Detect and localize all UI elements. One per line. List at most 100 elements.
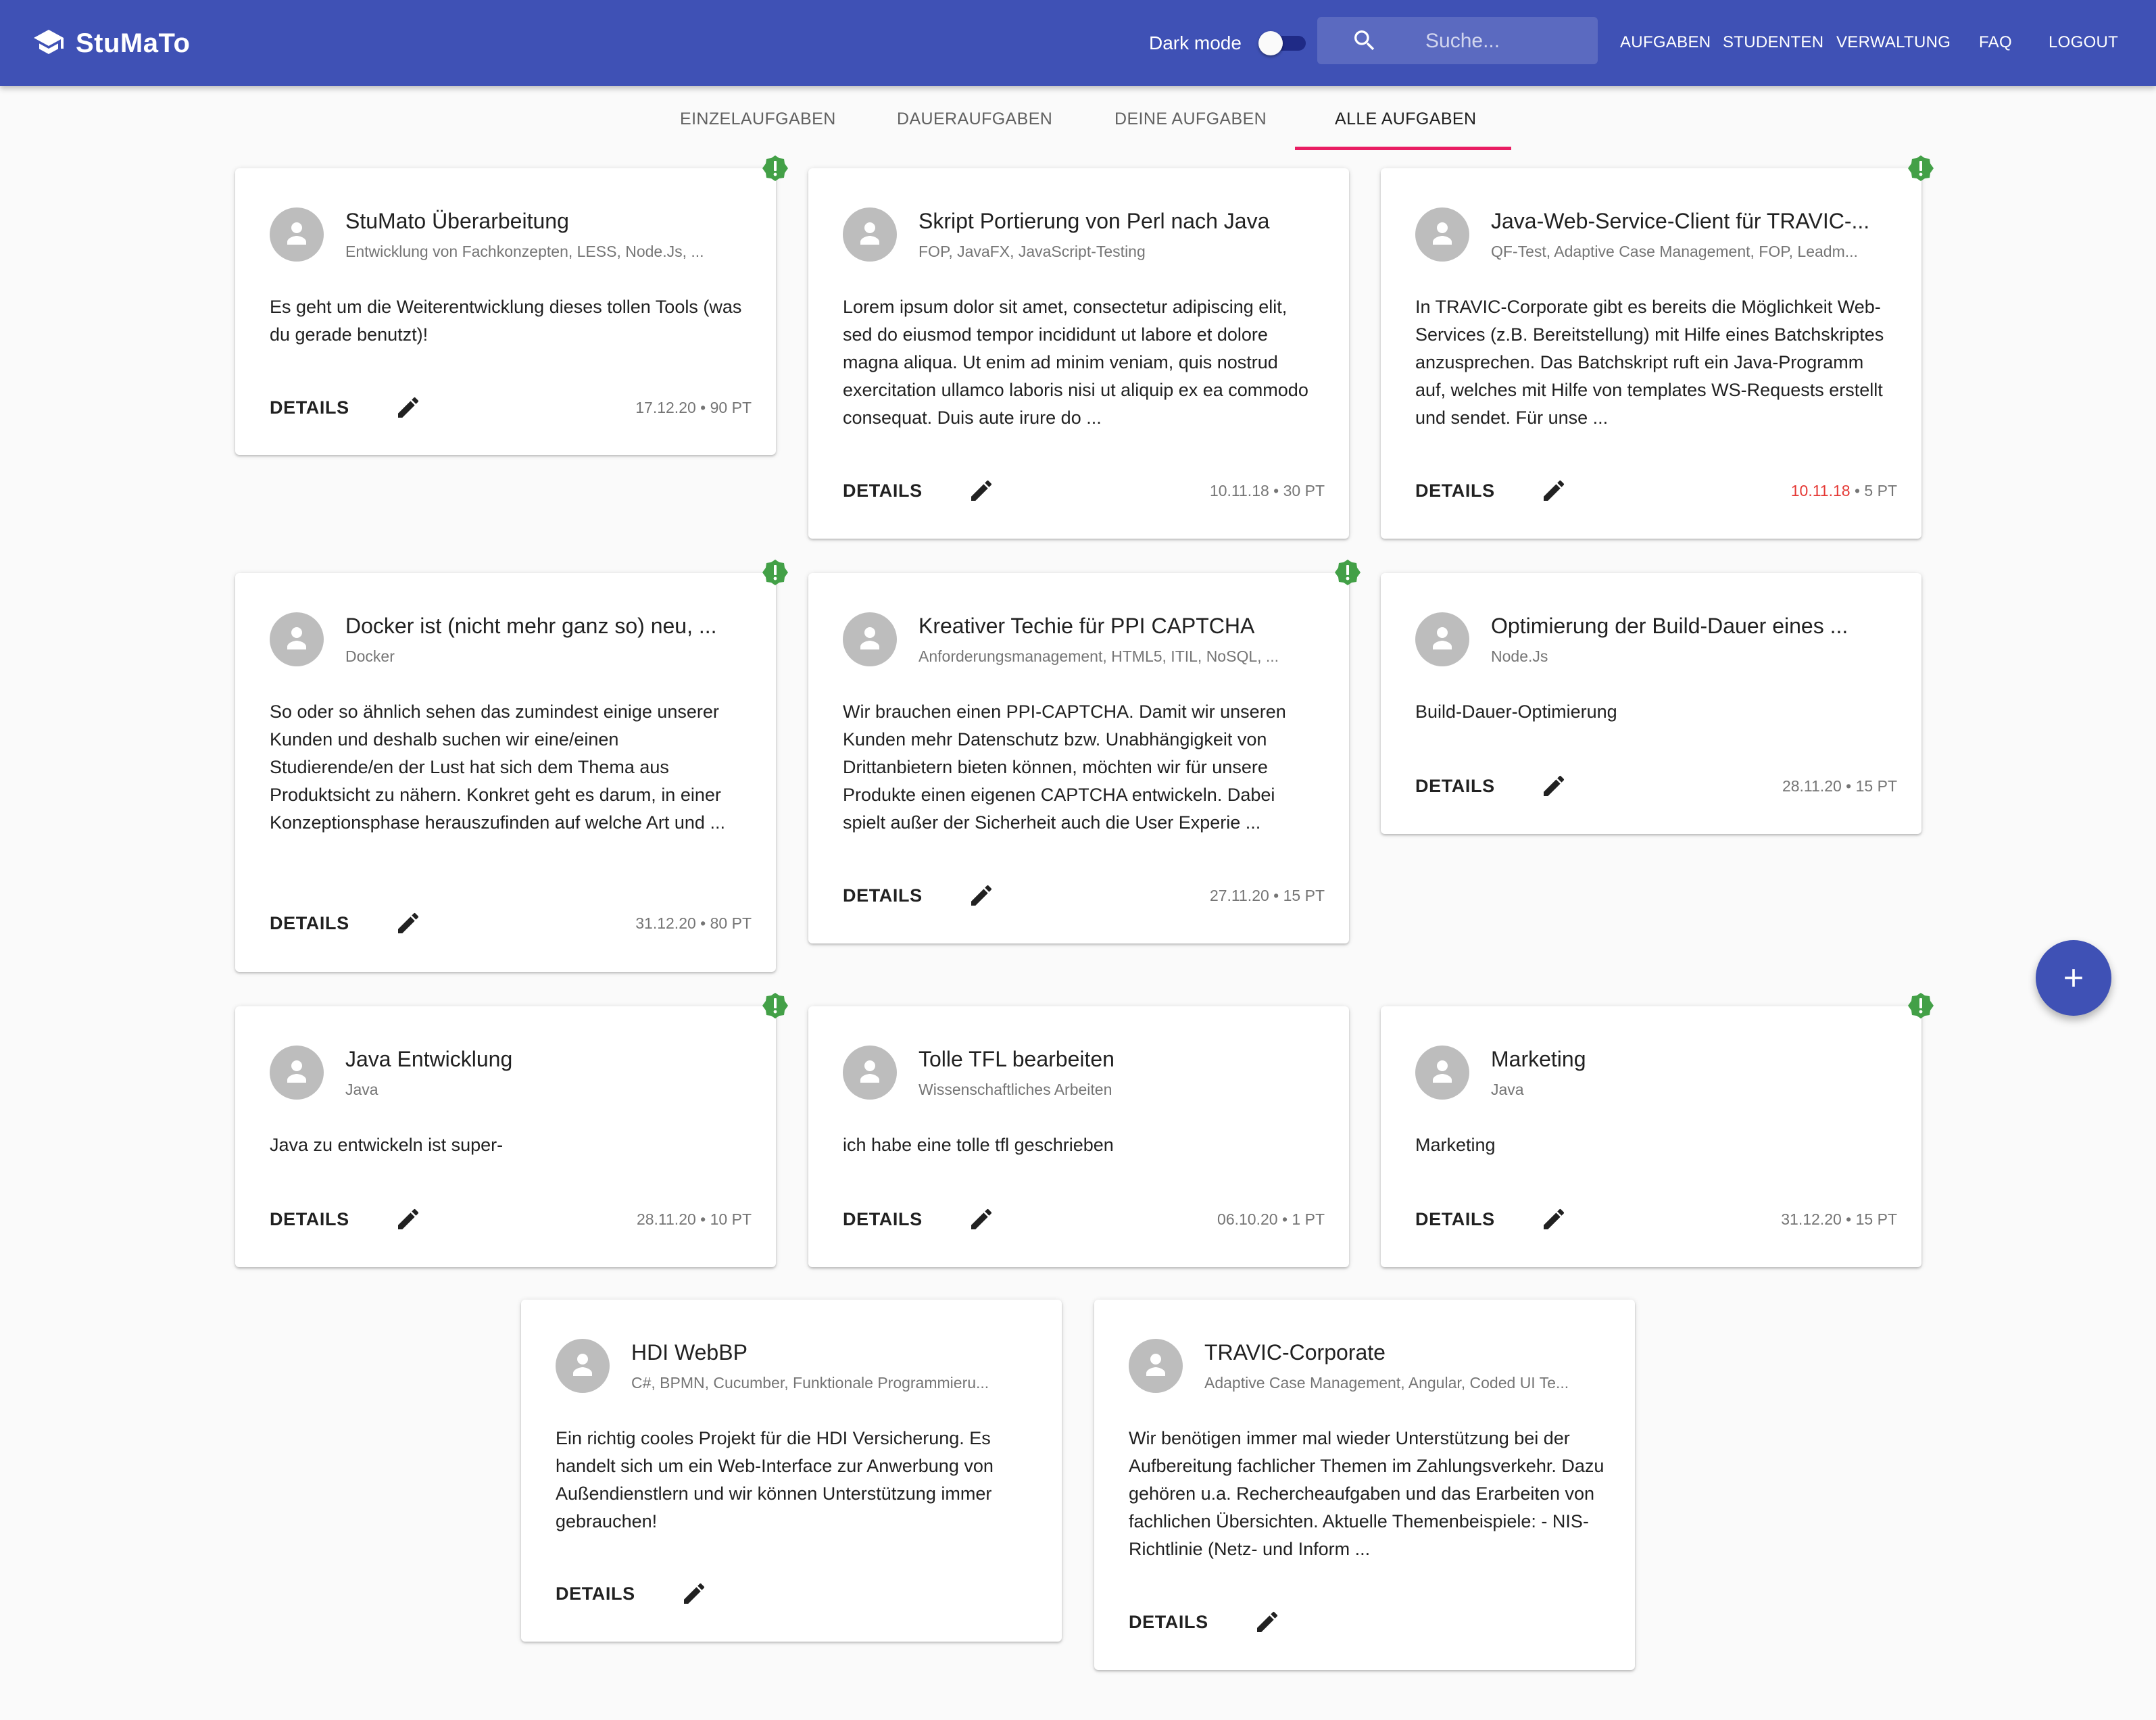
card-meta: 10.11.18 • 5 PT: [1790, 482, 1897, 499]
card-tags: C#, BPMN, Cucumber, Funktionale Programm…: [631, 1374, 989, 1392]
task-card: Tolle TFL bearbeiten Wissenschaftliches …: [808, 1006, 1349, 1267]
card-meta: 28.11.20 • 15 PT: [1782, 777, 1897, 795]
details-button[interactable]: DETAILS: [270, 394, 349, 421]
card-title: Java Entwicklung: [345, 1047, 513, 1071]
app-title: StuMaTo: [76, 28, 191, 58]
person-icon: [270, 612, 324, 666]
due-date: 28.11.20: [636, 1210, 696, 1228]
card-meta: 31.12.20 • 80 PT: [635, 914, 752, 932]
details-button[interactable]: DETAILS: [843, 477, 923, 504]
points: 10 PT: [710, 1210, 752, 1228]
card-tags: Java: [345, 1081, 378, 1098]
due-date: 17.12.20: [635, 399, 696, 416]
pencil-icon[interactable]: [1540, 1206, 1567, 1233]
person-icon: [270, 1046, 324, 1100]
tab-deine-aufgaben[interactable]: DEINE AUFGABEN: [1114, 105, 1267, 132]
card-title: TRAVIC-Corporate: [1204, 1340, 1386, 1365]
search-box: [1317, 17, 1598, 64]
points: 90 PT: [710, 399, 752, 416]
card-meta: 31.12.20 • 15 PT: [1781, 1210, 1897, 1228]
details-button[interactable]: DETAILS: [1415, 477, 1495, 504]
priority-icon: [762, 992, 789, 1019]
card-footer: DETAILS 06.10.20 • 1 PT: [808, 1199, 1349, 1239]
nav-logout[interactable]: LOGOUT: [2049, 31, 2118, 54]
card-description: In TRAVIC-Corporate gibt es bereits die …: [1415, 297, 1884, 428]
card-meta: 27.11.20 • 15 PT: [1209, 887, 1325, 904]
points: 15 PT: [1855, 777, 1897, 795]
dark-mode-toggle[interactable]: [1258, 31, 1307, 55]
person-icon: [556, 1339, 610, 1393]
due-date: 31.12.20: [1781, 1210, 1842, 1228]
card-description: Marketing: [1415, 1135, 1496, 1155]
card-description: Wir benötigen immer mal wieder Unterstüt…: [1129, 1428, 1604, 1559]
brand[interactable]: StuMaTo: [32, 26, 190, 61]
pencil-icon[interactable]: [968, 882, 995, 909]
details-button[interactable]: DETAILS: [1129, 1608, 1208, 1636]
person-icon: [1415, 207, 1469, 262]
due-date: 28.11.20: [1782, 777, 1842, 795]
points: 5 PT: [1864, 482, 1897, 499]
card-description: Es geht um die Weiterentwicklung dieses …: [270, 297, 742, 345]
task-card: Docker ist (nicht mehr ganz so) neu, ...…: [235, 573, 776, 972]
nav-faq[interactable]: FAQ: [1979, 31, 2012, 54]
add-task-button[interactable]: [2036, 940, 2111, 1016]
nav-verwaltung[interactable]: VERWALTUNG: [1836, 31, 1951, 54]
points: 30 PT: [1283, 482, 1325, 499]
task-card: Java-Web-Service-Client für TRAVIC-... Q…: [1381, 168, 1921, 539]
person-icon: [843, 612, 897, 666]
pencil-icon[interactable]: [395, 910, 422, 937]
card-footer: DETAILS 28.11.20 • 15 PT: [1381, 766, 1921, 806]
card-tags: Docker: [345, 647, 395, 665]
person-icon: [1129, 1339, 1183, 1393]
priority-icon: [1334, 559, 1361, 586]
person-icon: [843, 1046, 897, 1100]
details-button[interactable]: DETAILS: [843, 1206, 923, 1233]
card-title: StuMato Überarbeitung: [345, 209, 569, 233]
tab-einzelaufgaben[interactable]: EINZELAUFGABEN: [680, 105, 836, 132]
points: 80 PT: [710, 914, 752, 932]
card-tags: Java: [1491, 1081, 1524, 1098]
details-button[interactable]: DETAILS: [556, 1580, 635, 1607]
card-meta: 10.11.18 • 30 PT: [1209, 482, 1325, 499]
details-button[interactable]: DETAILS: [1415, 1206, 1495, 1233]
nav-aufgaben[interactable]: AUFGABEN: [1620, 31, 1711, 54]
due-date: 27.11.20: [1209, 887, 1269, 904]
points: 15 PT: [1855, 1210, 1897, 1228]
card-tags: Anforderungsmanagement, HTML5, ITIL, NoS…: [918, 647, 1279, 665]
pencil-icon[interactable]: [395, 394, 422, 421]
card-footer: DETAILS 10.11.18 • 5 PT: [1381, 470, 1921, 511]
tab-alle-aufgaben[interactable]: ALLE AUFGABEN: [1335, 105, 1476, 132]
details-button[interactable]: DETAILS: [270, 910, 349, 937]
task-card: Skript Portierung von Perl nach Java FOP…: [808, 168, 1349, 539]
pencil-icon[interactable]: [968, 1206, 995, 1233]
card-meta: 06.10.20 • 1 PT: [1217, 1210, 1325, 1228]
details-button[interactable]: DETAILS: [843, 882, 923, 909]
card-description: Java zu entwickeln ist super-: [270, 1135, 504, 1155]
card-description: Wir brauchen einen PPI-CAPTCHA. Damit wi…: [843, 702, 1286, 833]
person-icon: [270, 207, 324, 262]
pencil-icon[interactable]: [1540, 477, 1567, 504]
details-button[interactable]: DETAILS: [1415, 772, 1495, 800]
priority-icon: [1907, 992, 1934, 1019]
priority-icon: [762, 559, 789, 586]
nav-studenten[interactable]: STUDENTEN: [1723, 31, 1823, 54]
pencil-icon[interactable]: [1540, 772, 1567, 800]
card-title: Docker ist (nicht mehr ganz so) neu, ...: [345, 614, 717, 638]
card-tags: QF-Test, Adaptive Case Management, FOP, …: [1491, 243, 1858, 260]
task-card: Optimierung der Build-Dauer eines ... No…: [1381, 573, 1921, 834]
priority-icon: [762, 155, 789, 182]
details-button[interactable]: DETAILS: [270, 1206, 349, 1233]
card-footer: DETAILS 31.12.20 • 80 PT: [235, 903, 776, 943]
search-input[interactable]: [1424, 25, 1589, 57]
pencil-icon[interactable]: [968, 477, 995, 504]
points: 1 PT: [1292, 1210, 1325, 1228]
card-footer: DETAILS 28.11.20 • 10 PT: [235, 1199, 776, 1239]
tab-daueraufgaben[interactable]: DAUERAUFGABEN: [897, 105, 1052, 132]
school-icon: [32, 26, 65, 62]
pencil-icon[interactable]: [1254, 1608, 1281, 1636]
card-title: Marketing: [1491, 1047, 1586, 1071]
priority-icon: [1907, 155, 1934, 182]
pencil-icon[interactable]: [395, 1206, 422, 1233]
card-title: HDI WebBP: [631, 1340, 748, 1365]
pencil-icon[interactable]: [681, 1580, 708, 1607]
